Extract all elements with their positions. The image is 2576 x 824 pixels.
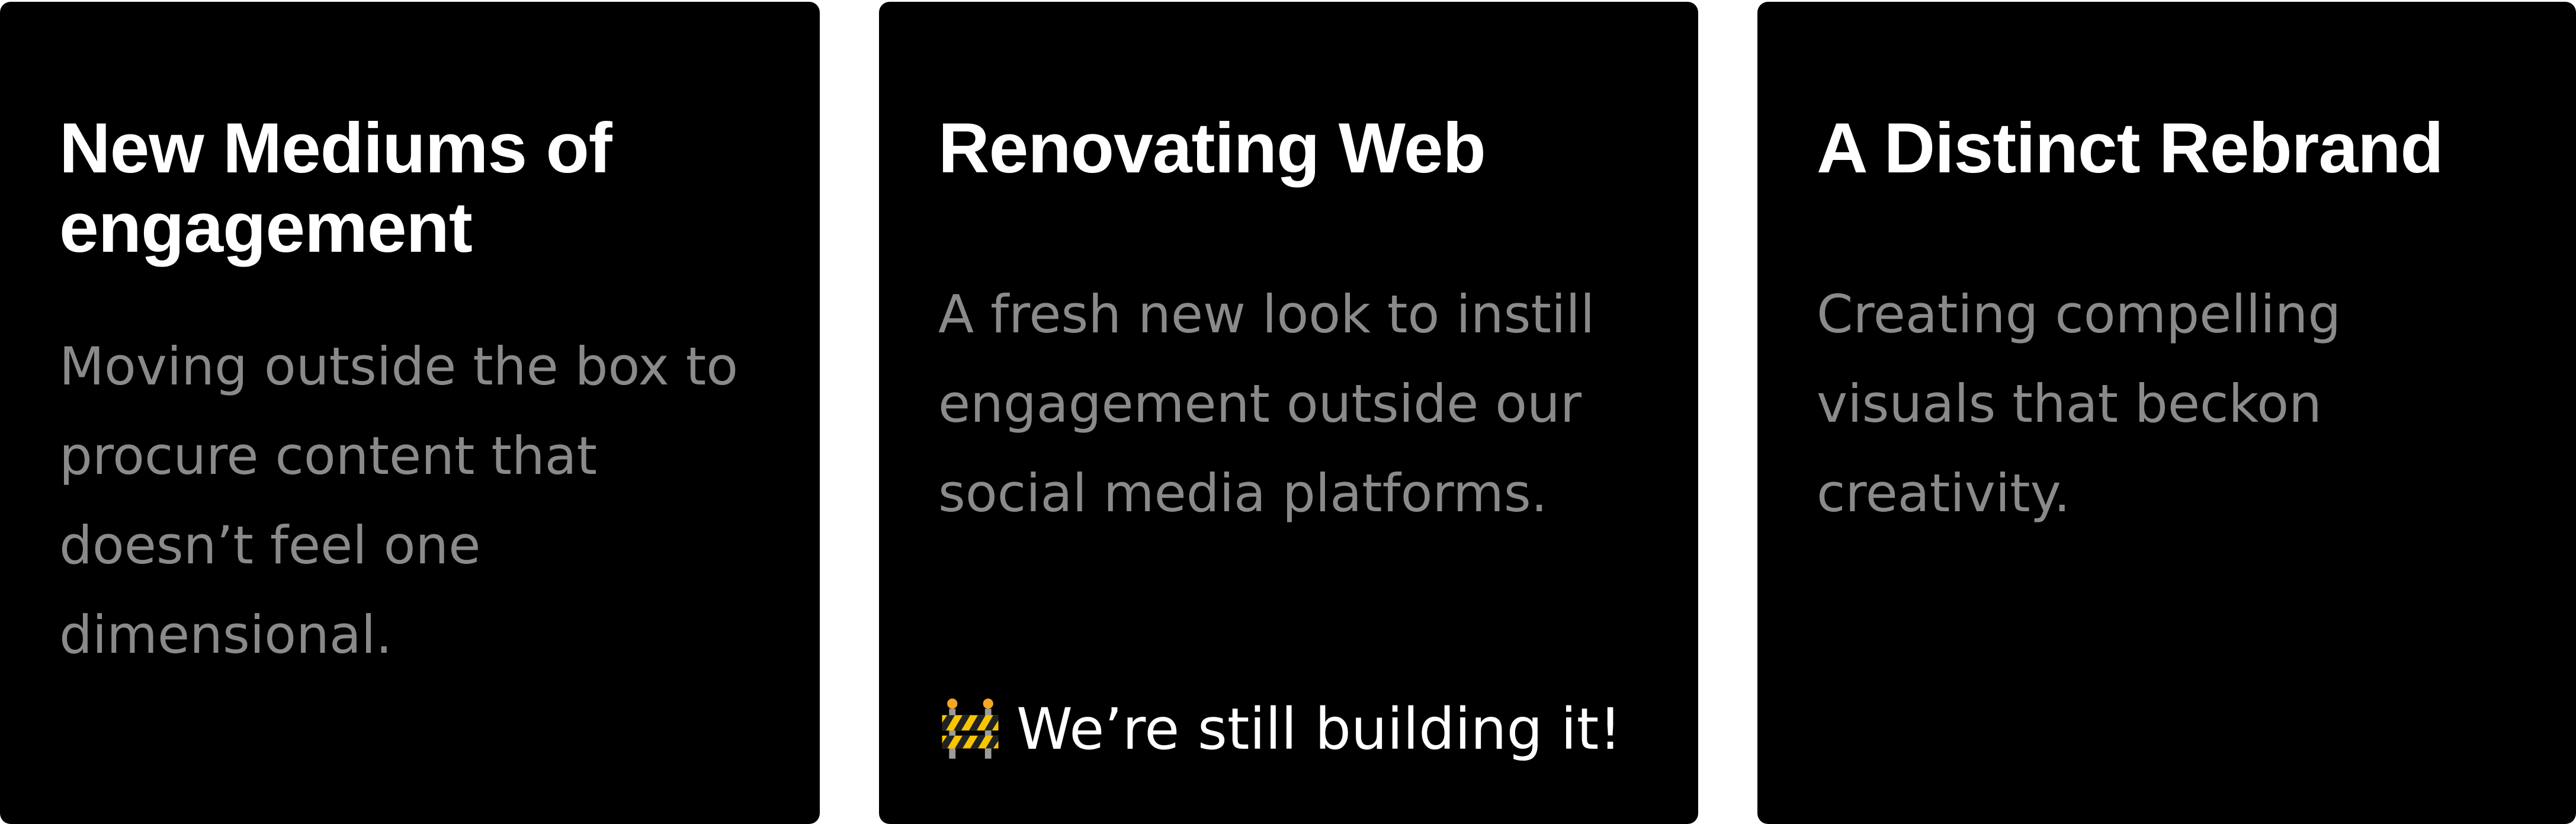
- status-note: We’re still building it!: [938, 694, 1622, 765]
- card-title: A Distinct Rebrand: [1817, 108, 2444, 188]
- card-title: Renovating Web: [938, 108, 1486, 188]
- construction-barrier-icon: [942, 698, 999, 759]
- card-description: Moving outside the box to procure conten…: [59, 336, 739, 665]
- card-title: New Mediums of engagement: [59, 108, 612, 267]
- card-renovating-web: Renovating Web A fresh new look to insti…: [879, 2, 1698, 824]
- card-distinct-rebrand: A Distinct Rebrand Creating compelling v…: [1757, 2, 2576, 824]
- card-description: A fresh new look to instill engagement o…: [938, 284, 1595, 524]
- card-new-mediums: New Mediums of engagement Moving outside…: [0, 2, 820, 824]
- card-description: Creating compelling visuals that beckon …: [1817, 284, 2341, 524]
- status-note-text: We’re still building it!: [1016, 696, 1622, 762]
